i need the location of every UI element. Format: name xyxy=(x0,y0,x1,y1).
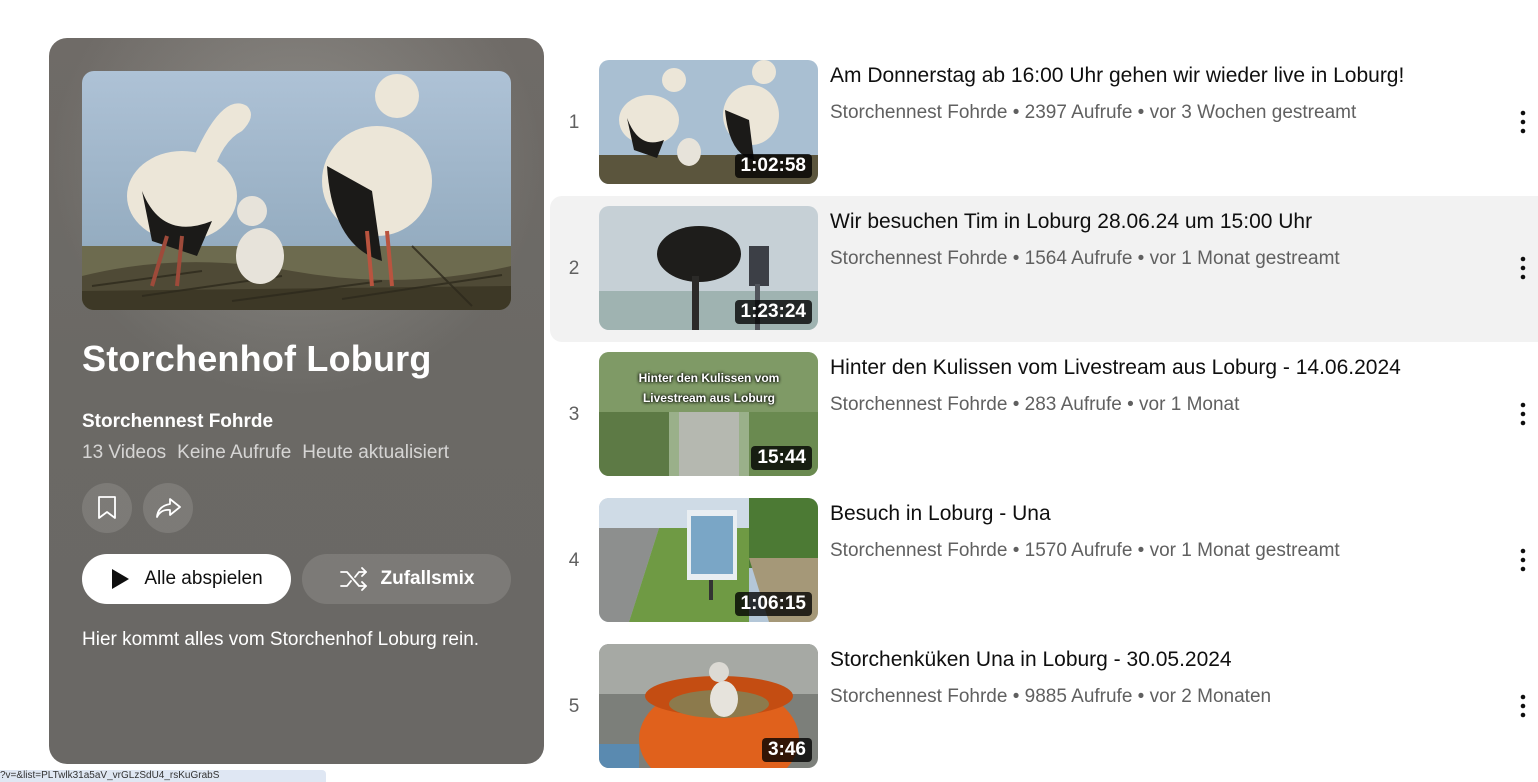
playlist-stats: 13 Videos Keine Aufrufe Heute aktualisie… xyxy=(82,442,449,464)
video-menu-button[interactable] xyxy=(1510,684,1536,728)
video-thumbnail[interactable]: 1:02:58 xyxy=(599,60,818,184)
video-meta: Storchennest Fohrde • 283 Aufrufe • vor … xyxy=(830,394,1240,415)
video-duration: 15:44 xyxy=(751,446,812,470)
playlist-owner[interactable]: Storchennest Fohrde xyxy=(82,411,273,433)
video-meta: Storchennest Fohrde • 2397 Aufrufe • vor… xyxy=(830,102,1357,123)
video-menu-button[interactable] xyxy=(1510,392,1536,436)
video-duration: 1:06:15 xyxy=(734,592,812,616)
video-index: 5 xyxy=(568,696,580,717)
video-title[interactable]: Hinter den Kulissen vom Livestream aus L… xyxy=(830,356,1470,380)
video-title[interactable]: Storchenküken Una in Loburg - 30.05.2024 xyxy=(830,648,1470,672)
view-count: Keine Aufrufe xyxy=(177,442,292,463)
shuffle-icon xyxy=(339,567,367,591)
play-all-button[interactable]: Alle abspielen xyxy=(82,554,291,604)
more-vert-icon xyxy=(1520,110,1526,134)
video-duration: 1:02:58 xyxy=(734,154,812,178)
playlist-thumbnail[interactable] xyxy=(82,71,511,310)
video-thumbnail[interactable]: Hinter den Kulissen vom Livestream aus L… xyxy=(599,352,818,476)
video-thumbnail[interactable]: 1:06:15 xyxy=(599,498,818,622)
video-row[interactable]: 1 1:02:58 Am Donnerstag ab 16:00 Uhr geh… xyxy=(550,50,1538,196)
more-vert-icon xyxy=(1520,548,1526,572)
video-index: 4 xyxy=(568,550,580,571)
video-thumbnail[interactable]: 3:46 xyxy=(599,644,818,768)
stork-nest-image xyxy=(82,71,511,310)
video-menu-button[interactable] xyxy=(1510,246,1536,290)
video-title[interactable]: Am Donnerstag ab 16:00 Uhr gehen wir wie… xyxy=(830,64,1470,88)
share-icon xyxy=(156,498,181,518)
video-count: 13 Videos xyxy=(82,442,167,463)
shuffle-label: Zufallsmix xyxy=(380,568,475,589)
status-url-bar: ?v=&list=PLTwlk31a5aV_vrGLzSdU4_rsKuGrab… xyxy=(0,770,326,782)
video-title[interactable]: Wir besuchen Tim in Loburg 28.06.24 um 1… xyxy=(830,210,1470,234)
video-index: 2 xyxy=(568,258,580,279)
share-playlist-button[interactable] xyxy=(143,483,193,533)
video-meta: Storchennest Fohrde • 1570 Aufrufe • vor… xyxy=(830,540,1340,561)
video-meta: Storchennest Fohrde • 9885 Aufrufe • vor… xyxy=(830,686,1272,707)
playlist-description: Hier kommt alles vom Storchenhof Loburg … xyxy=(82,629,480,650)
save-playlist-button[interactable] xyxy=(82,483,132,533)
playlist-header-card: Storchenhof Loburg Storchennest Fohrde 1… xyxy=(49,38,544,764)
video-row[interactable]: 3 Hinter den Kulissen vom Livestream aus… xyxy=(550,342,1538,488)
video-row[interactable]: 4 1:06:15 Besuch in Loburg - Una Storche… xyxy=(550,488,1538,634)
video-meta: Storchennest Fohrde • 1564 Aufrufe • vor… xyxy=(830,248,1340,269)
video-menu-button[interactable] xyxy=(1510,100,1536,144)
play-all-label: Alle abspielen xyxy=(144,568,263,589)
video-duration: 1:23:24 xyxy=(734,300,812,324)
video-menu-button[interactable] xyxy=(1510,538,1536,582)
more-vert-icon xyxy=(1520,694,1526,718)
video-title[interactable]: Besuch in Loburg - Una xyxy=(830,502,1470,526)
more-vert-icon xyxy=(1520,256,1526,280)
updated-text: Heute aktualisiert xyxy=(302,442,450,463)
play-icon xyxy=(112,569,130,589)
video-row[interactable]: 2 1:23:24 Wir besuchen Tim in Loburg 28.… xyxy=(550,196,1538,342)
playlist-title: Storchenhof Loburg xyxy=(82,338,432,379)
video-row[interactable]: 5 3:46 Storchenküken Una in Loburg - 30.… xyxy=(550,634,1538,780)
video-duration: 3:46 xyxy=(761,738,812,762)
thumbnail-overlay-text: Hinter den Kulissen vom Livestream aus L… xyxy=(638,371,780,405)
video-index: 3 xyxy=(568,404,580,425)
video-thumbnail[interactable]: 1:23:24 xyxy=(599,206,818,330)
more-vert-icon xyxy=(1520,402,1526,426)
video-index: 1 xyxy=(568,112,580,133)
shuffle-button[interactable]: Zufallsmix xyxy=(302,554,511,604)
bookmark-icon xyxy=(98,496,116,519)
